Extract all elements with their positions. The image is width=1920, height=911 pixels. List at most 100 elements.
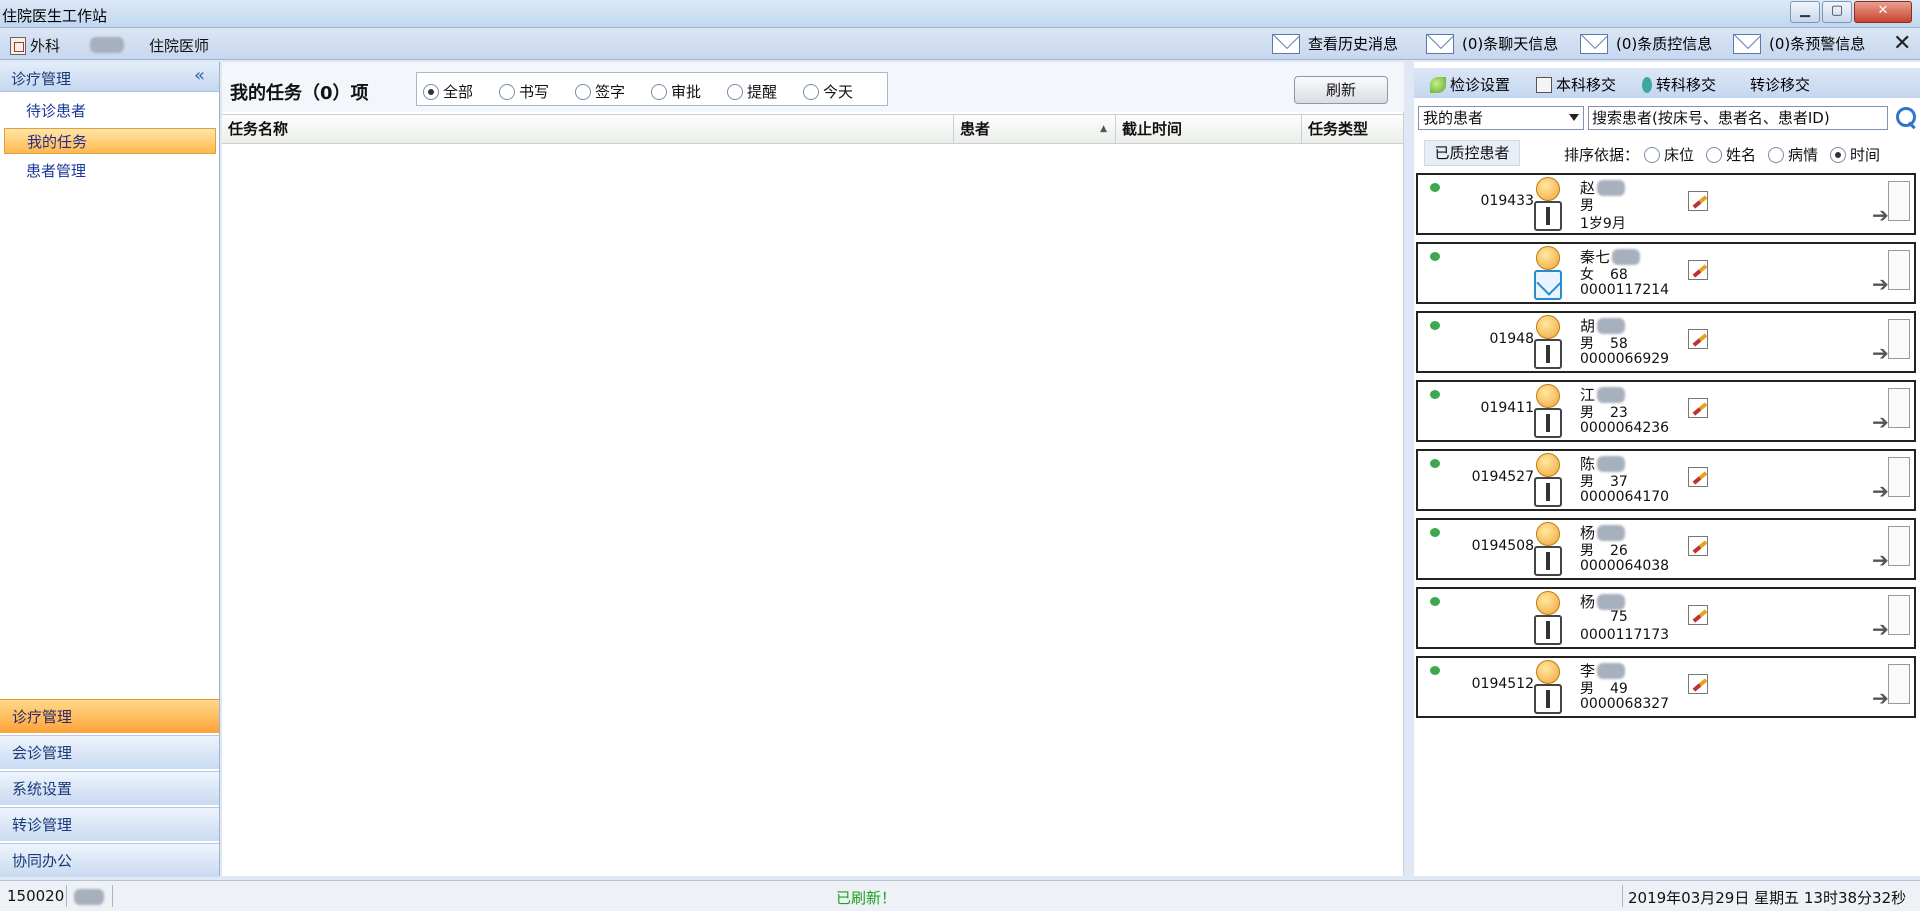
filter-today-radio[interactable]: 今天 [803,81,853,102]
chevron-down-icon [1569,114,1579,121]
name-redacted [1597,662,1626,679]
status-dot [1430,597,1440,606]
nav-system-settings[interactable]: 系统设置 [0,771,219,805]
refresh-button[interactable]: 刷新 [1294,76,1388,104]
search-icon[interactable] [1894,106,1918,130]
divider [66,885,67,907]
transfer-icon[interactable]: ➔ [1872,526,1912,572]
name-redacted [1597,524,1626,541]
filter-approval-radio[interactable]: 审批 [651,81,701,102]
patient-sex: 男 [1580,405,1594,421]
filter-label: 全部 [443,83,474,101]
male-patient-icon [1532,177,1562,231]
status-message: 已刷新！ [836,889,897,907]
history-messages-link[interactable]: 查看历史消息 [1272,33,1398,54]
close-icon[interactable]: ✕ [1893,31,1911,56]
patient-search-row: 我的患者 搜索患者(按床号、患者名、患者ID) [1418,106,1920,132]
status-dot [1430,252,1440,261]
patient-card[interactable]: 019411 江 男 23 0000064236 ➔ [1416,380,1916,442]
filter-reminder-radio[interactable]: 提醒 [727,81,777,102]
task-table-header: 任务名称 患者 ▲ 截止时间 任务类型 [222,114,1404,144]
department-icon [10,36,26,55]
minimize-button[interactable]: ▁ [1790,1,1820,23]
patient-search-input[interactable]: 搜索患者(按床号、患者名、患者ID) [1588,106,1888,130]
chat-messages-label: (0)条聊天信息 [1462,35,1559,53]
edit-record-icon[interactable] [1688,398,1708,418]
nav-collaborative-office[interactable]: 协同办公 [0,843,219,877]
radio-checked-icon [423,83,439,100]
nav-consultation-management[interactable]: 会诊管理 [0,735,219,769]
column-task-name[interactable]: 任务名称 [222,115,954,143]
sidebar-item-pending-patients[interactable]: 待诊患者 [4,98,216,124]
warning-messages-link[interactable]: (0)条预警信息 [1733,33,1865,54]
patient-card[interactable]: 0194527 陈 男 37 0000064170 ➔ [1416,449,1916,511]
filter-writing-radio[interactable]: 书写 [499,81,549,102]
sort-bed-radio[interactable]: 床位 [1644,144,1694,165]
filter-label: 签字 [595,83,626,101]
sort-option-label: 床位 [1664,146,1695,164]
patient-card[interactable]: 0194512 李 男 49 0000068327 ➔ [1416,656,1916,718]
edit-record-icon[interactable] [1688,674,1708,694]
task-filter-group: 全部 书写 签字 审批 提醒 今天 [416,72,888,106]
sort-name-radio[interactable]: 姓名 [1706,144,1756,165]
patient-card[interactable]: 0194508 杨 男 26 0000064038 ➔ [1416,518,1916,580]
edit-record-icon[interactable] [1688,536,1708,556]
transfer-icon[interactable]: ➔ [1872,250,1912,296]
patient-demographics: 男 26 [1580,540,1628,560]
edit-record-icon[interactable] [1688,191,1708,211]
transfer-icon[interactable]: ➔ [1872,319,1912,365]
department-selector[interactable]: 外科 [10,35,60,56]
transfer-icon[interactable]: ➔ [1872,181,1912,227]
edit-record-icon[interactable] [1688,605,1708,625]
status-dot [1430,390,1440,399]
filter-label: 审批 [671,83,702,101]
filter-signature-radio[interactable]: 签字 [575,81,625,102]
patient-id: 0000064170 [1580,489,1670,505]
bed-number: 019433 [1480,193,1534,209]
patient-demographics: 男 37 [1580,471,1628,491]
radio-unchecked-icon [499,83,515,100]
nav-diagnosis-management[interactable]: 诊疗管理 [0,699,219,733]
column-patient[interactable]: 患者 ▲ [954,115,1116,143]
nav-referral-management[interactable]: 转诊管理 [0,807,219,841]
sidebar-item-patient-management[interactable]: 患者管理 [4,158,216,184]
column-task-type[interactable]: 任务类型 [1302,115,1404,143]
transfer-icon[interactable]: ➔ [1872,388,1912,434]
dept-handover-button[interactable]: 本科移交 [1536,74,1616,95]
collapse-icon[interactable]: « [194,65,205,86]
qc-messages-label: (0)条质控信息 [1616,35,1713,53]
sidebar-item-my-tasks[interactable]: 我的任务 [4,128,216,154]
close-window-button[interactable]: ✕ [1854,1,1912,23]
patient-card[interactable]: 01948 胡 男 58 0000066929 ➔ [1416,311,1916,373]
sort-condition-radio[interactable]: 病情 [1768,144,1818,165]
column-deadline[interactable]: 截止时间 [1116,115,1302,143]
patient-demographics: 男 [1580,195,1594,215]
chat-messages-link[interactable]: (0)条聊天信息 [1426,33,1558,54]
sort-time-radio[interactable]: 时间 [1830,144,1880,165]
maximize-button[interactable]: ▢ [1822,1,1852,23]
patient-card[interactable]: 019433 赵 男 1岁9月 ➔ [1416,173,1916,235]
qc-messages-link[interactable]: (0)条质控信息 [1580,33,1712,54]
filter-label: 提醒 [747,83,778,101]
edit-record-icon[interactable] [1688,467,1708,487]
filter-label: 书写 [519,83,550,101]
edit-record-icon[interactable] [1688,329,1708,349]
transfer-icon[interactable]: ➔ [1872,457,1912,503]
edit-record-icon[interactable] [1688,260,1708,280]
filter-all-radio[interactable]: 全部 [423,81,473,102]
patient-card[interactable]: 杨 75 0000117173 ➔ [1416,587,1916,649]
patient-card[interactable]: 秦七 女 68 0000117214 ➔ [1416,242,1916,304]
referral-handover-button[interactable]: 转诊移交 [1750,74,1810,95]
qc-patients-tab[interactable]: 已质控患者 [1424,140,1520,166]
patient-age: 75 [1610,609,1628,625]
transfer-icon[interactable]: ➔ [1872,664,1912,710]
bed-number: 0194508 [1471,538,1534,554]
patient-demographics: 男 58 [1580,333,1628,353]
patient-scope-select[interactable]: 我的患者 [1418,106,1584,130]
toolbar-label: 检诊设置 [1450,76,1511,94]
transfer-icon[interactable]: ➔ [1872,595,1912,641]
transfer-dept-handover-button[interactable]: 转科移交 [1642,74,1716,95]
patient-age: 26 [1610,543,1628,559]
exam-settings-button[interactable]: 检诊设置 [1430,74,1510,95]
patient-demographics: 75 [1580,609,1628,625]
